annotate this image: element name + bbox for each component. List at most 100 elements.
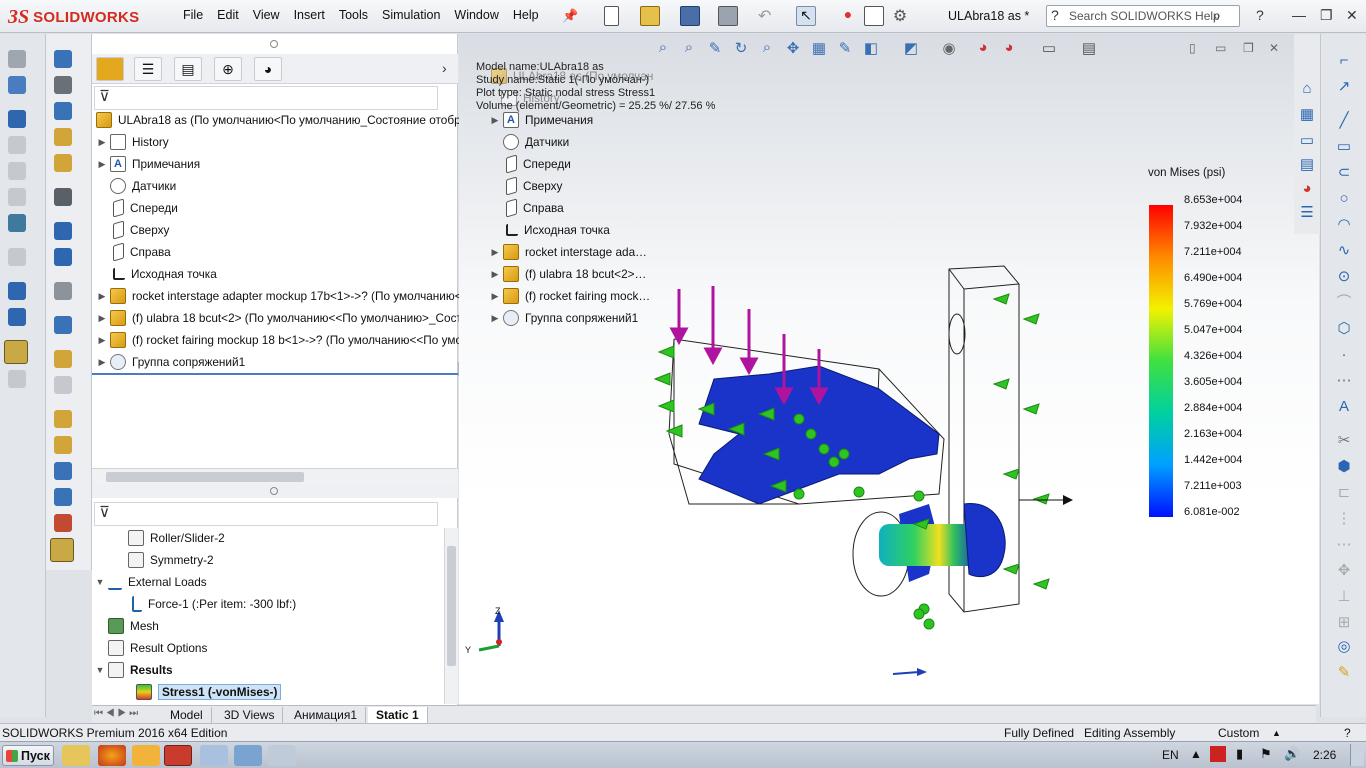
vertical-scrollbar[interactable] [444, 528, 458, 704]
custom-properties-icon[interactable]: ☰ [1298, 204, 1316, 222]
command-icon[interactable] [54, 76, 72, 94]
file-explorer-icon[interactable]: ▭ [1298, 132, 1316, 150]
command-icon[interactable] [8, 110, 26, 128]
command-icon[interactable] [54, 50, 72, 68]
collapse-icon[interactable]: ▼ [94, 577, 106, 587]
scroll-thumb[interactable] [106, 472, 304, 482]
offset-icon[interactable]: ⊏ [1335, 484, 1353, 502]
centerline-icon[interactable]: ⋯ [1335, 372, 1353, 390]
sim-item-mesh[interactable]: Mesh [94, 616, 159, 636]
expand-icon[interactable]: ▶ [96, 291, 108, 302]
sim-item-stress-plot[interactable]: Stress1 (-vonMises-) [134, 682, 282, 702]
app-taskbar-icon[interactable] [132, 745, 160, 766]
point-icon[interactable]: · [1335, 346, 1353, 364]
tab-scroll-arrows[interactable]: ⏮ ◀ ▶ ⏭ [94, 708, 138, 719]
tree-item-history[interactable]: ▶ History [96, 132, 169, 152]
solidworks-taskbar-icon[interactable] [164, 745, 192, 766]
help-icon[interactable]: ? [1256, 7, 1264, 23]
simulation-filter[interactable]: ⊽ [94, 502, 438, 526]
view-palette-icon[interactable]: ▤ [1298, 156, 1316, 174]
fillet-icon[interactable]: ⌒ [1335, 294, 1353, 312]
document-taskbar-icon[interactable] [200, 745, 228, 766]
save-icon[interactable] [680, 6, 700, 26]
scroll-thumb[interactable] [447, 546, 456, 666]
command-icon[interactable] [8, 50, 26, 68]
tab-3d-views[interactable]: 3D Views [216, 707, 284, 723]
command-icon[interactable] [54, 376, 72, 394]
menu-edit[interactable]: Edit [210, 8, 246, 22]
rectangle-icon[interactable]: ▭ [1335, 138, 1353, 156]
quick-snaps-icon[interactable]: ◎ [1335, 638, 1353, 656]
menu-insert[interactable]: Insert [287, 8, 332, 22]
tree-item-origin[interactable]: Исходная точка [96, 264, 217, 284]
open-icon[interactable] [640, 6, 660, 26]
command-icon[interactable] [54, 248, 72, 266]
spline-icon[interactable]: ∿ [1335, 242, 1353, 260]
command-icon[interactable] [54, 154, 72, 172]
search-icon[interactable]: ⌕ [1213, 7, 1221, 24]
sim-item-result-options[interactable]: Result Options [94, 638, 207, 658]
tab-configurationmanager[interactable]: ▤ [174, 57, 202, 81]
convert-entities-icon[interactable]: ⬢ [1335, 458, 1353, 476]
show-desktop-button[interactable] [1350, 744, 1364, 766]
tree-root-assembly[interactable]: ULAbra18 as (По умолчанию<По умолчанию_С… [94, 110, 488, 130]
tree-item-component[interactable]: ▶ (f) rocket fairing mockup 18 b<1>->? (… [96, 330, 475, 350]
ellipse-icon[interactable]: ⊙ [1335, 268, 1353, 286]
print-icon[interactable] [718, 6, 738, 26]
rebuild-icon[interactable]: ● [838, 6, 858, 26]
mirror-icon[interactable]: ⋮ [1335, 510, 1353, 528]
tree-item-sensors[interactable]: Датчики [96, 176, 176, 196]
menu-view[interactable]: View [246, 8, 287, 22]
pattern-icon[interactable]: ⋯ [1335, 536, 1353, 554]
command-icon[interactable] [8, 308, 26, 326]
tree-item-top-plane[interactable]: Сверху [96, 220, 169, 240]
window-taskbar-icon[interactable] [234, 745, 262, 766]
measure-icon[interactable] [50, 538, 74, 562]
command-icon[interactable] [54, 188, 72, 206]
language-indicator[interactable]: EN [1162, 748, 1179, 762]
units-selector[interactable]: Custom [1218, 726, 1259, 740]
measure-icon[interactable] [4, 340, 28, 364]
slot-icon[interactable]: ⊂ [1335, 164, 1353, 182]
command-icon[interactable] [54, 102, 72, 120]
menu-tools[interactable]: Tools [332, 8, 375, 22]
status-help-icon[interactable]: ? [1344, 726, 1351, 740]
command-icon[interactable] [54, 488, 72, 506]
explorer-taskbar-icon[interactable] [62, 745, 90, 766]
command-icon[interactable] [8, 282, 26, 300]
collapse-icon[interactable]: ▼ [94, 665, 106, 675]
command-icon[interactable] [54, 222, 72, 240]
relation-icon[interactable]: ⊥ [1335, 588, 1353, 606]
clock[interactable]: 2:26 [1313, 748, 1336, 762]
stress-model-graphic[interactable] [459, 34, 1319, 704]
close-icon[interactable]: ✕ [1346, 7, 1358, 24]
tree-item-annotations[interactable]: ▶ A Примечания [96, 154, 200, 174]
help-search-input[interactable]: ? Search SOLIDWORKS Help ⌕ [1046, 5, 1240, 27]
command-icon[interactable] [54, 282, 72, 300]
command-icon[interactable] [54, 462, 72, 480]
tab-model[interactable]: Model [162, 707, 212, 723]
tree-item-front-plane[interactable]: Спереди [96, 198, 178, 218]
instant2d-icon[interactable]: ✎ [1335, 664, 1353, 682]
line-icon[interactable]: ╱ [1335, 112, 1353, 130]
polygon-icon[interactable]: ⬡ [1335, 320, 1353, 338]
select-icon[interactable]: ↖ [796, 6, 816, 26]
new-document-icon[interactable] [604, 6, 619, 26]
command-icon[interactable] [54, 436, 72, 454]
arc-icon[interactable]: ◠ [1335, 216, 1353, 234]
tray-expand-icon[interactable]: ▲ [1190, 747, 1202, 761]
tab-dimxpert[interactable]: ⊕ [214, 57, 242, 81]
sim-item-results[interactable]: ▼ Results [94, 660, 173, 680]
options-gear-icon[interactable]: ⚙ [890, 6, 910, 26]
chevron-up-icon[interactable]: ▲ [1272, 728, 1281, 738]
expand-icon[interactable]: ▶ [96, 313, 108, 324]
sim-item-force[interactable]: Force-1 (:Per item: -300 lbf:) [114, 594, 296, 614]
start-button[interactable]: Пуск [2, 745, 54, 766]
graphics-area[interactable]: ⌕ ⌕ ✎ ↻ ⌕ ✥ ▦ ✎ ◧ ◩ ◉ ◕ ◕ ▭ ▤ ▯ ▭ ❐ ✕ UL… [459, 34, 1319, 704]
tab-featuremanager[interactable] [96, 57, 124, 81]
repair-icon[interactable]: ⊞ [1335, 614, 1353, 632]
sketch-icon[interactable]: ⌐ [1335, 52, 1353, 70]
tool-taskbar-icon[interactable] [268, 745, 296, 766]
command-icon[interactable] [54, 350, 72, 368]
command-icon[interactable] [8, 188, 26, 206]
